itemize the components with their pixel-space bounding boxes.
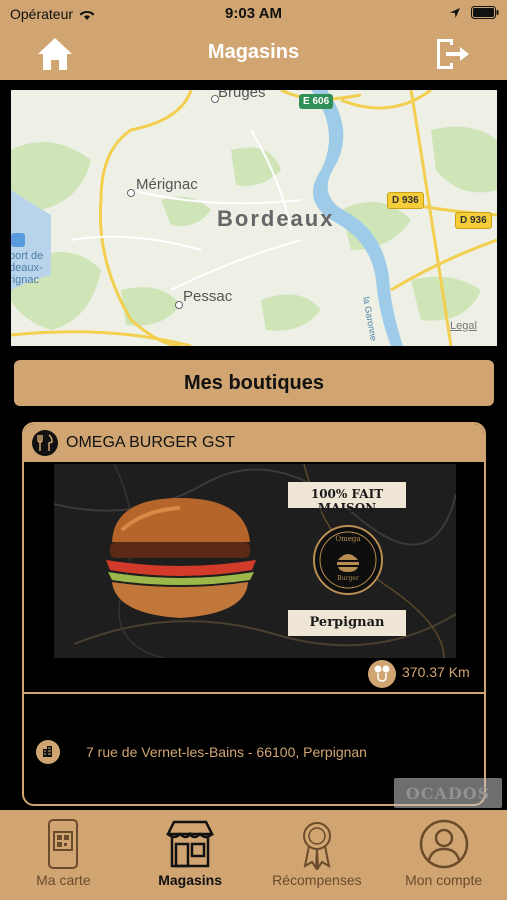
map-label-bordeaux: Bordeaux [217,206,335,231]
burger-image [106,498,256,618]
store-image: 100% FAIT MAISON Perpignan Omega Burger [54,464,456,658]
tab-label-mon-compte: Mon compte [405,872,483,888]
tab-label-ma-carte: Ma carte [36,872,91,888]
store-card[interactable]: OMEGA BURGER GST 100% FAIT MAISON Perpig… [22,422,486,806]
watermark-text: OCADOS [405,784,491,803]
qr-card-icon [37,818,89,870]
battery-icon [471,6,499,19]
tab-ma-carte[interactable]: Ma carte [0,810,127,900]
image-banner-bottom: Perpignan [309,615,385,630]
nav-bar: Magasins [0,28,507,80]
road-badge-d936-a: D 936 [387,192,424,209]
image-logo-top: Omega [335,535,361,543]
building-icon [36,740,60,764]
logout-icon [437,39,469,69]
store-name: OMEGA BURGER GST [66,434,235,451]
tab-label-magasins: Magasins [158,872,223,888]
tab-recompenses[interactable]: Récompenses [254,810,381,900]
my-shops-button[interactable]: Mes boutiques [14,360,494,406]
map-label-bruges: Bruges [218,90,266,101]
tab-magasins[interactable]: Magasins [127,810,254,900]
map-label-airport: port de deaux- rignac [11,250,44,286]
store-map[interactable]: Bruges Mérignac Bordeaux Pessac port de … [11,90,497,346]
location-arrow-icon [450,7,460,18]
medal-icon [291,818,343,872]
tab-label-recompenses: Récompenses [272,872,362,888]
status-right [449,6,499,19]
page-title: Magasins [207,41,300,63]
store-icon [164,818,216,870]
road-badge-d936-b: D 936 [455,212,492,229]
user-icon [418,818,470,870]
distance-icon [368,660,396,688]
watermark-logo: OCADOS [394,778,502,808]
image-logo-bottom: Burger [337,575,359,582]
status-bar: Opérateur 9:03 AM [0,0,507,28]
image-banner-top: 100% FAIT MAISON [310,487,384,515]
road-badge-e606: E 606 [299,94,334,109]
status-time: 9:03 AM [225,5,282,22]
tab-mon-compte[interactable]: Mon compte [380,810,507,900]
store-distance: 370.37 Km [402,664,470,680]
map-label-merignac: Mérignac [136,176,198,193]
utensils-icon [32,430,58,456]
card-divider [24,692,484,694]
map-legal-link[interactable]: Legal [450,320,477,332]
tab-bar: Ma carte Magasins Récompenses Mon compte [0,810,507,900]
logout-button[interactable] [433,36,471,72]
store-address: 7 rue de Vernet-les-Bains - 66100, Perpi… [86,744,367,760]
store-header: OMEGA BURGER GST [24,424,484,462]
map-label-pessac: Pessac [183,288,233,305]
